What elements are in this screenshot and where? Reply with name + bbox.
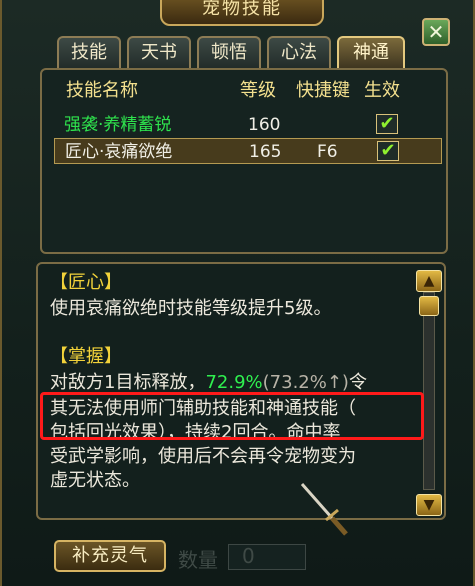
desc-text: 对敌方1目标释放， — [50, 372, 206, 393]
desc-line: 虚无状态。 — [50, 470, 140, 491]
skill-list-box: 技能名称 等级 快捷键 生效 强袭·养精蓄锐 160 ✔ 匠心·哀痛欲绝 165… — [40, 68, 448, 254]
skill-name: 匠心·哀痛欲绝 — [65, 142, 173, 162]
arrow-up-icon: ▲ — [423, 273, 435, 289]
close-icon: ✕ — [427, 20, 445, 44]
faded-value: 0 — [242, 544, 255, 568]
checkmark-icon: ✔ — [379, 113, 395, 134]
skill-row[interactable]: 强袭·养精蓄锐 160 ✔ — [54, 112, 442, 138]
scroll-down-button[interactable]: ▼ — [416, 494, 442, 516]
faded-label: 数量 — [178, 548, 218, 572]
skill-hotkey: F6 — [317, 142, 338, 162]
arrow-down-icon: ▼ — [423, 497, 435, 513]
skill-description: 【匠心】 使用哀痛欲绝时技能等级提升5级。 【掌握】 对敌方1目标释放，72.9… — [36, 262, 446, 520]
skill-level: 160 — [248, 115, 281, 135]
skill-level: 165 — [249, 142, 282, 162]
scrollbar-track[interactable] — [423, 292, 435, 490]
skill-row[interactable]: 匠心·哀痛欲绝 165 F6 ✔ — [54, 138, 442, 164]
desc-line: 受武学影响，使用后不会再令宠物变为 — [50, 446, 356, 467]
quantity-field — [228, 544, 306, 570]
desc-line: 对敌方1目标释放，72.9%(73.2%↑)令 — [50, 368, 367, 394]
tab-skills[interactable]: 技能 — [57, 36, 121, 68]
active-checkbox[interactable]: ✔ — [376, 114, 398, 134]
pet-skill-panel: 宠物技能 ✕ 技能 天书 顿悟 心法 神通 技能名称 等级 快捷键 生效 强袭·… — [0, 0, 475, 586]
highlight-annotation — [40, 392, 424, 440]
close-button[interactable]: ✕ — [422, 18, 450, 46]
hit-rate-next: (73.2%↑) — [262, 372, 349, 393]
dagger-cursor-icon — [300, 483, 348, 536]
checkmark-icon: ✔ — [380, 140, 396, 161]
tab-mind-method[interactable]: 心法 — [267, 36, 331, 68]
desc-text: 令 — [348, 372, 367, 393]
active-checkbox[interactable]: ✔ — [377, 141, 399, 161]
supplement-spirit-button[interactable]: 补充灵气 — [54, 540, 166, 572]
section-title: 【匠心】 — [50, 272, 122, 293]
skill-name: 强袭·养精蓄锐 — [64, 115, 172, 135]
section-title: 【掌握】 — [50, 346, 122, 367]
scroll-up-button[interactable]: ▲ — [416, 270, 442, 292]
header-hotkey: 快捷键 — [296, 80, 350, 101]
scrollbar-thumb[interactable] — [419, 296, 439, 316]
header-skill-name: 技能名称 — [66, 80, 138, 101]
hit-rate: 72.9% — [205, 372, 263, 393]
tab-divine-power[interactable]: 神通 — [337, 36, 405, 68]
section-text: 使用哀痛欲绝时技能等级提升5级。 — [50, 298, 332, 319]
tab-heavenly-book[interactable]: 天书 — [127, 36, 191, 68]
window-title: 宠物技能 — [160, 0, 324, 26]
header-active: 生效 — [364, 80, 400, 101]
tab-enlightenment[interactable]: 顿悟 — [197, 36, 261, 68]
header-level: 等级 — [240, 80, 276, 101]
